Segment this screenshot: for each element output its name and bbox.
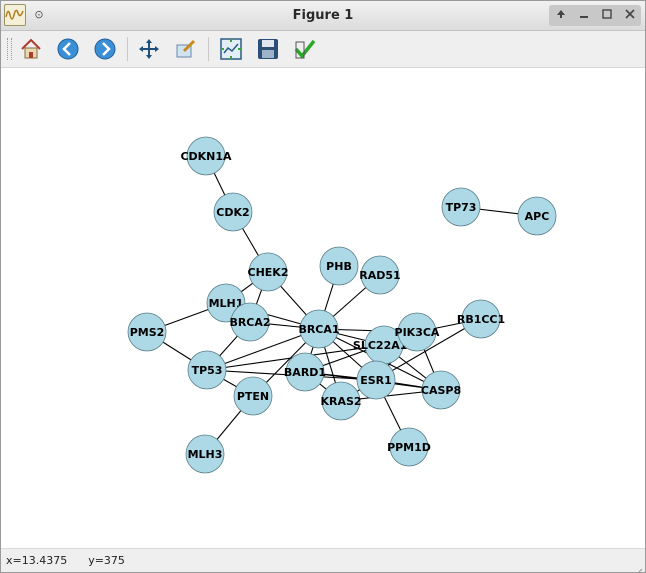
node-label: KRAS2 bbox=[320, 395, 361, 408]
node-label: CDKN1A bbox=[180, 150, 232, 163]
node-label: PTEN bbox=[237, 390, 269, 403]
node-label: RAD51 bbox=[359, 269, 400, 282]
title-bar[interactable]: ⊙ Figure 1 bbox=[1, 1, 645, 31]
graph-node-chek2: CHEK2 bbox=[248, 252, 289, 292]
subplots-config-icon bbox=[220, 38, 242, 60]
subplots-button[interactable] bbox=[217, 35, 245, 63]
graph-nodes: CDKN1ACDK2CHEK2 PHBRAD51MLH1BRCA2PMS2 BRCA… bbox=[127, 136, 557, 474]
node-label: CDK2 bbox=[216, 206, 249, 219]
figure-canvas[interactable]: CDKN1A CDK2 CHEK2 PHB RAD51 MLH1 BRCA2 PMS2 BRCA… bbox=[1, 68, 645, 548]
graph-node-cdkn1a: CDKN1A bbox=[180, 136, 232, 176]
cursor-coordinates: x=13.4375 y=375 bbox=[6, 554, 125, 567]
node-label: BRCA1 bbox=[298, 323, 339, 336]
status-bar: x=13.4375 y=375 bbox=[1, 548, 645, 572]
pan-button[interactable] bbox=[135, 35, 163, 63]
graph-node-esr1: ESR1 bbox=[356, 360, 396, 400]
node-label: TP73 bbox=[446, 201, 477, 214]
home-icon bbox=[21, 38, 41, 59]
maximize-icon[interactable] bbox=[598, 7, 616, 25]
graph-node-casp8: CASP8 bbox=[421, 370, 461, 410]
graph-node-pten: PTEN bbox=[233, 376, 273, 416]
up-arrow-icon[interactable] bbox=[552, 7, 570, 25]
graph-node-rb1cc1: RB1CC1 bbox=[457, 299, 505, 339]
node-label: CHEK2 bbox=[248, 266, 289, 279]
back-button[interactable] bbox=[54, 35, 82, 63]
pan-move-icon bbox=[139, 39, 159, 59]
forward-button[interactable] bbox=[91, 35, 119, 63]
node-label: BARD1 bbox=[284, 366, 326, 379]
graph-node-cdk2: CDK2 bbox=[213, 192, 253, 232]
back-arrow-icon bbox=[57, 38, 79, 60]
node-label: ESR1 bbox=[360, 374, 392, 387]
graph-node-tp73: TP73 bbox=[441, 187, 481, 227]
minimize-icon[interactable] bbox=[575, 7, 593, 25]
checkmark-icon bbox=[294, 39, 316, 59]
edit-axis-button[interactable] bbox=[291, 35, 319, 63]
forward-arrow-icon bbox=[94, 38, 116, 60]
node-label: PIK3CA bbox=[395, 326, 440, 339]
graph-node-pms2: PMS2 bbox=[127, 312, 167, 352]
node-label: TP53 bbox=[192, 364, 223, 377]
graph-node-apc: APC bbox=[517, 196, 557, 236]
graph-node-mlh3: MLH3 bbox=[185, 434, 225, 474]
resize-grip-icon[interactable] bbox=[633, 561, 643, 572]
toolbar-separator bbox=[127, 37, 128, 61]
node-label: RB1CC1 bbox=[457, 313, 505, 326]
window-controls bbox=[549, 5, 641, 26]
close-icon[interactable] bbox=[621, 7, 639, 25]
graph-node-tp53: TP53 bbox=[187, 350, 227, 390]
toolbar-separator bbox=[208, 37, 209, 61]
navigation-toolbar bbox=[1, 31, 645, 68]
node-label: PMS2 bbox=[130, 326, 165, 339]
save-floppy-icon bbox=[258, 39, 278, 59]
node-label: APC bbox=[525, 210, 550, 223]
zoom-button[interactable] bbox=[172, 35, 200, 63]
node-label: PHB bbox=[326, 260, 352, 273]
toolbar-grip[interactable] bbox=[7, 38, 12, 60]
network-graph[interactable]: CDKN1ACDK2CHEK2 PHBRAD51MLH1BRCA2PMS2 BRCA… bbox=[1, 68, 645, 548]
graph-node-ppm1d: PPM1D bbox=[387, 427, 431, 467]
node-label: PPM1D bbox=[387, 441, 431, 454]
home-button[interactable] bbox=[17, 35, 45, 63]
zoom-rect-icon bbox=[176, 39, 196, 58]
figure-window: ⊙ Figure 1 CDKN1A CDK2 CHEK2 PHB RAD51 M… bbox=[0, 0, 646, 573]
graph-node-kras2: KRAS2 bbox=[320, 381, 362, 421]
node-label: CASP8 bbox=[421, 384, 461, 397]
save-button[interactable] bbox=[254, 35, 282, 63]
node-label: BRCA2 bbox=[229, 316, 270, 329]
graph-node-phb: PHB bbox=[319, 246, 359, 286]
node-label: MLH3 bbox=[188, 448, 223, 461]
